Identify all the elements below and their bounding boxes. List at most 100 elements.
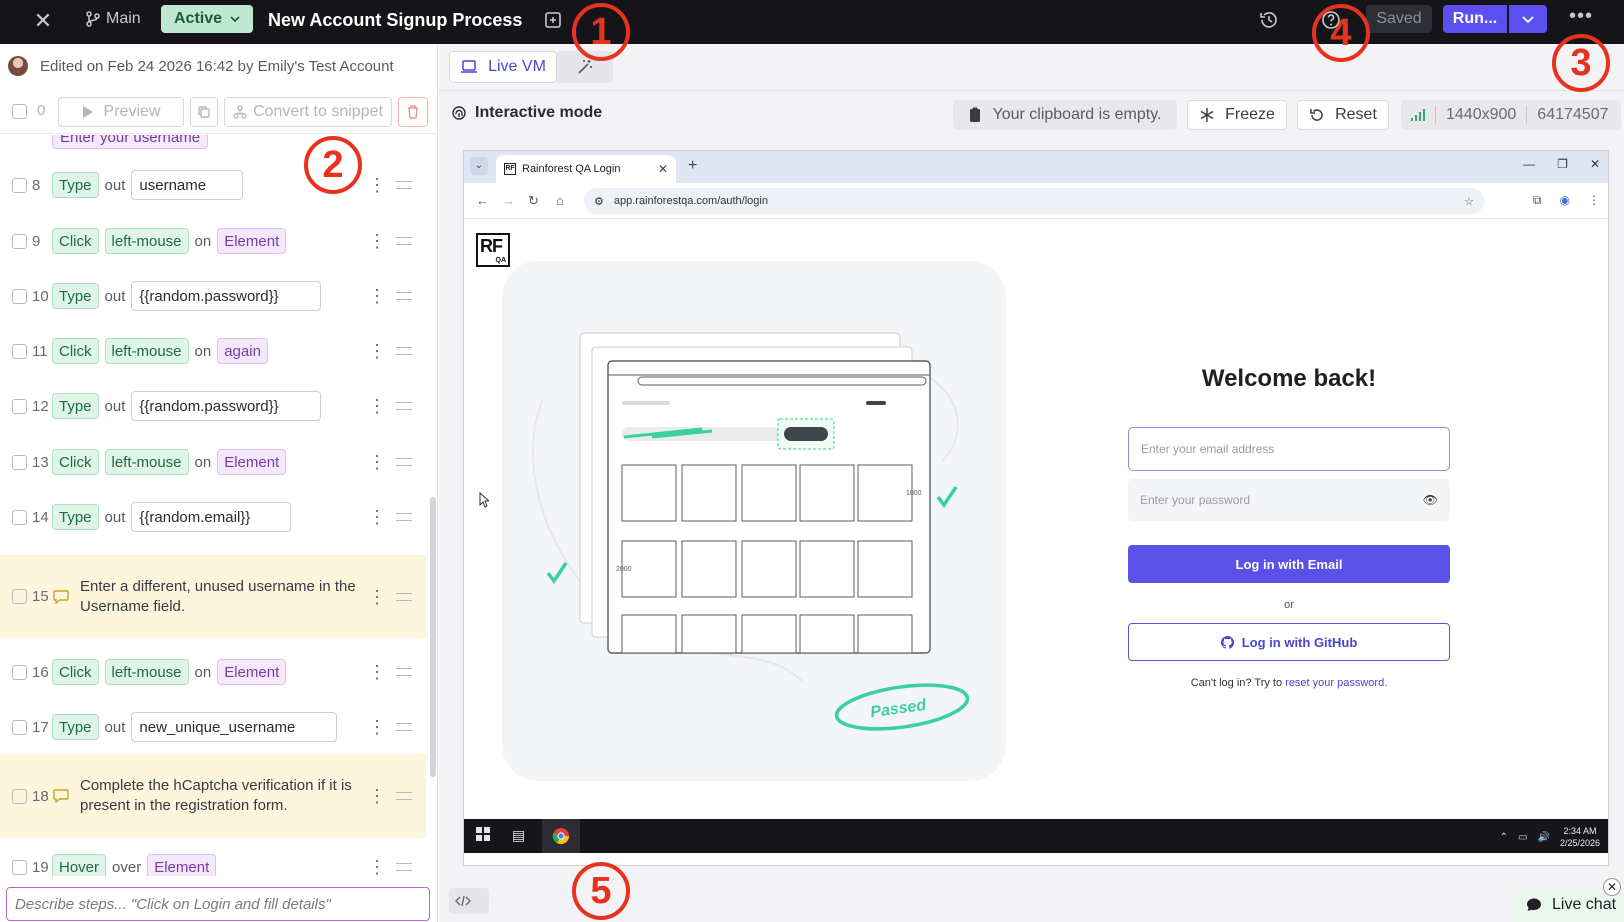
network-icon[interactable]: ▭ — [1518, 832, 1527, 843]
status-dropdown[interactable]: Active — [161, 5, 253, 33]
step-row[interactable]: 12 Type out {{random.password}} ⋮ — [0, 386, 426, 426]
site-info-icon[interactable]: ⚙ — [594, 195, 604, 208]
drag-handle-icon[interactable] — [396, 863, 412, 871]
email-input[interactable]: Enter your email address — [1128, 427, 1450, 471]
mouse-button-tag[interactable]: left-mouse — [104, 228, 189, 254]
step-checkbox[interactable] — [12, 788, 27, 804]
save-version-icon[interactable] — [543, 10, 563, 30]
step-menu-icon[interactable]: ⋮ — [368, 176, 386, 194]
text-value-input[interactable]: {{random.password}} — [131, 391, 322, 421]
tab-live-vm[interactable]: Live VM — [449, 51, 557, 83]
step-menu-icon[interactable]: ⋮ — [368, 718, 386, 736]
text-value-input[interactable]: new_unique_username — [131, 712, 338, 742]
saved-button[interactable]: Saved — [1366, 5, 1432, 33]
drag-handle-icon[interactable] — [396, 181, 412, 189]
branch-selector[interactable]: Main — [86, 10, 141, 28]
browser-menu-icon[interactable]: ⋮ — [1588, 193, 1600, 208]
step-menu-icon[interactable]: ⋮ — [368, 342, 386, 360]
close-tab-icon[interactable]: ✕ — [658, 162, 668, 176]
step-checkbox[interactable] — [12, 664, 27, 680]
step-checkbox[interactable] — [12, 233, 27, 249]
forward-icon[interactable]: → — [502, 193, 515, 208]
action-tag[interactable]: Click — [52, 338, 99, 364]
action-tag[interactable]: Hover — [52, 854, 107, 876]
step-row[interactable]: 19 Hover over Element ⋮ — [0, 847, 426, 876]
comment-text[interactable]: Complete the hCaptcha verification if it… — [80, 776, 360, 816]
minimize-icon[interactable]: — — [1523, 157, 1535, 171]
step-menu-icon[interactable]: ⋮ — [368, 287, 386, 305]
step-checkbox[interactable] — [12, 343, 27, 359]
step-menu-icon[interactable]: ⋮ — [368, 858, 386, 876]
element-tag[interactable]: Element — [217, 449, 287, 475]
drag-handle-icon[interactable] — [396, 237, 412, 245]
address-bar[interactable]: ⚙ app.rainforestqa.com/auth/login ☆ — [584, 188, 1484, 214]
code-view-toggle[interactable] — [449, 888, 489, 914]
step-row[interactable]: 8 Type out username ⋮ — [0, 165, 426, 205]
run-button[interactable]: Run... — [1443, 5, 1507, 33]
step-checkbox[interactable] — [12, 177, 27, 193]
step-row[interactable]: 11 Click left-mouse on again ⋮ — [0, 331, 426, 371]
comment-step-row[interactable]: 18 Complete the hCaptcha verification if… — [0, 754, 426, 838]
drag-handle-icon[interactable] — [396, 402, 412, 410]
text-value-input[interactable]: {{random.password}} — [131, 281, 322, 311]
drag-handle-icon[interactable] — [396, 458, 412, 466]
test-title[interactable]: New Account Signup Process — [268, 10, 522, 31]
step-menu-icon[interactable]: ⋮ — [368, 787, 386, 805]
action-tag[interactable]: Click — [52, 659, 99, 685]
tray-chevron-icon[interactable]: ⌃ — [1500, 832, 1508, 843]
password-input[interactable]: Enter your password 👁 — [1128, 479, 1450, 521]
task-view-icon[interactable]: ▤ — [512, 827, 525, 844]
extensions-icon[interactable]: ⧉ — [1533, 193, 1542, 208]
step-row[interactable]: 10 Type out {{random.password}} ⋮ — [0, 276, 426, 316]
step-menu-icon[interactable]: ⋮ — [368, 232, 386, 250]
reset-button[interactable]: Reset — [1297, 100, 1389, 130]
comment-step-row[interactable]: 15 Enter a different, unused username in… — [0, 555, 426, 638]
action-tag[interactable]: Type — [52, 283, 99, 309]
clipboard-status[interactable]: Your clipboard is empty. — [953, 100, 1177, 130]
step-checkbox[interactable] — [12, 589, 27, 604]
drag-handle-icon[interactable] — [396, 292, 412, 300]
freeze-button[interactable]: Freeze — [1187, 100, 1287, 130]
restore-icon[interactable]: ❐ — [1557, 157, 1568, 171]
element-tag[interactable]: again — [217, 338, 268, 364]
close-icon[interactable]: ✕ — [30, 8, 56, 34]
step-checkbox[interactable] — [12, 454, 27, 470]
step-menu-icon[interactable]: ⋮ — [368, 508, 386, 526]
step-element-tag[interactable]: Enter your username — [52, 135, 209, 149]
comment-text[interactable]: Enter a different, unused username in th… — [80, 577, 360, 617]
drag-handle-icon[interactable] — [396, 347, 412, 355]
action-tag[interactable]: Type — [52, 504, 99, 530]
drag-handle-icon[interactable] — [396, 668, 412, 676]
element-tag[interactable]: Element — [217, 228, 287, 254]
reset-password-link[interactable]: reset your password. — [1285, 677, 1387, 689]
profile-icon[interactable]: ◉ — [1560, 193, 1570, 208]
describe-steps-input[interactable]: Describe steps... "Click on Login and fi… — [6, 887, 430, 921]
element-tag[interactable]: Element — [147, 854, 217, 876]
step-menu-icon[interactable]: ⋮ — [368, 397, 386, 415]
element-tag[interactable]: Element — [217, 659, 287, 685]
step-checkbox[interactable] — [12, 719, 27, 735]
login-with-email-button[interactable]: Log in with Email — [1128, 545, 1450, 583]
tab-search-icon[interactable]: ⌄ — [470, 157, 488, 175]
step-checkbox[interactable] — [12, 859, 27, 875]
vm-screen[interactable]: ⌄ RF Rainforest QA Login ✕ + — ❐ ✕ ← → ↻… — [463, 150, 1609, 866]
action-tag[interactable]: Type — [52, 172, 99, 198]
close-window-icon[interactable]: ✕ — [1590, 157, 1600, 171]
more-options-icon[interactable]: ••• — [1566, 6, 1596, 30]
show-password-icon[interactable]: 👁 — [1423, 493, 1438, 507]
action-tag[interactable]: Type — [52, 393, 99, 419]
taskbar-chrome-icon[interactable] — [542, 819, 580, 853]
mouse-button-tag[interactable]: left-mouse — [104, 449, 189, 475]
step-row[interactable]: 14 Type out {{random.email}} ⋮ — [0, 497, 426, 537]
step-row[interactable]: 13 Click left-mouse on Element ⋮ — [0, 442, 426, 482]
step-checkbox[interactable] — [12, 509, 27, 525]
text-value-input[interactable]: {{random.email}} — [131, 502, 292, 532]
bookmark-star-icon[interactable]: ☆ — [1464, 195, 1474, 208]
convert-to-snippet-button[interactable]: Convert to snippet — [224, 97, 392, 127]
step-checkbox[interactable] — [12, 288, 27, 304]
volume-icon[interactable]: 🔊 — [1538, 832, 1550, 843]
steps-scrollbar[interactable] — [430, 497, 436, 777]
duplicate-button[interactable] — [190, 97, 218, 127]
step-menu-icon[interactable]: ⋮ — [368, 453, 386, 471]
action-tag[interactable]: Click — [52, 449, 99, 475]
